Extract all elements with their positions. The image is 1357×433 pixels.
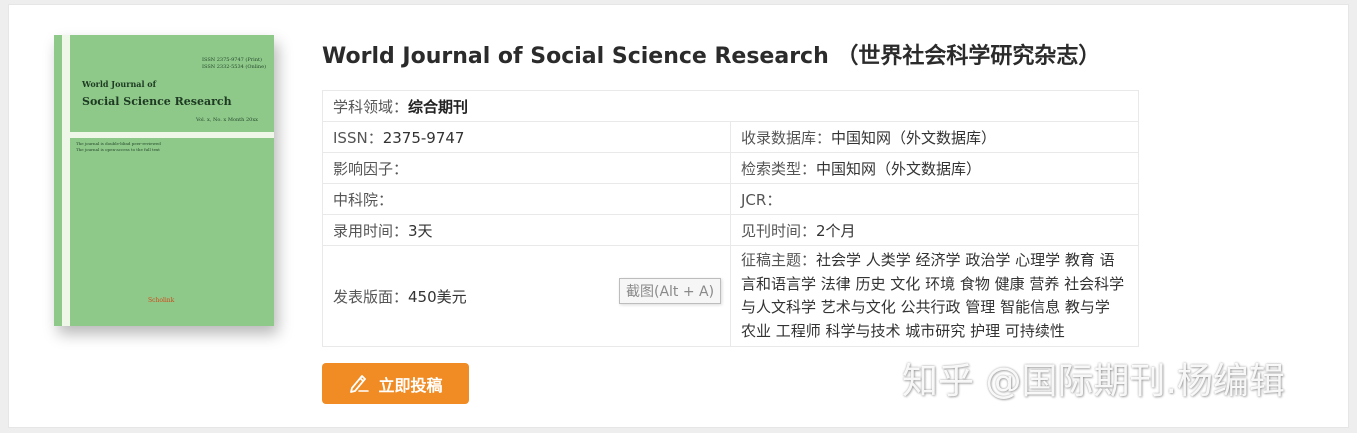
table-row: 发表版面：450美元 截图(Alt + A) 征稿主题：社会学 人类学 经济学 …	[322, 245, 1139, 347]
journal-title[interactable]: World Journal of Social Science Research…	[322, 38, 1100, 70]
table-row: 影响因子： 检索类型：中国知网（外文数据库）	[322, 152, 1139, 184]
cover-divider	[70, 132, 274, 138]
submit-button-label: 立即投稿	[378, 375, 443, 395]
search-type-value: 中国知网（外文数据库）	[816, 159, 982, 178]
zhihu-watermark: 知乎 @国际期刊.杨编辑	[902, 361, 1285, 402]
acceptance-time-value: 3天	[408, 221, 433, 240]
field-value: 综合期刊	[408, 97, 469, 116]
publication-time-value: 2个月	[816, 221, 856, 240]
cover-publisher-logo: Scholink	[148, 297, 175, 304]
screenshot-tooltip: 截图(Alt + A)	[619, 278, 722, 304]
cover-stripe	[62, 35, 70, 326]
journal-info-table: 学科领域：综合期刊 ISSN：2375-9747 收录数据库：中国知网（外文数据…	[322, 90, 1139, 347]
cover-small-title: World Journal of	[82, 79, 157, 89]
database-value: 中国知网（外文数据库）	[831, 128, 997, 147]
cas-label: 中科院：	[333, 190, 394, 209]
cover-note: The journal is double-blind peer-reviewe…	[76, 141, 161, 152]
database-label: 收录数据库：	[741, 128, 832, 147]
field-label: 学科领域：	[333, 97, 409, 116]
table-row: 录用时间：3天 见刊时间：2个月	[322, 214, 1139, 246]
price-value: 450美元	[408, 287, 467, 306]
submit-manuscript-button[interactable]: 立即投稿	[322, 363, 469, 404]
publication-time-label: 见刊时间：	[741, 221, 817, 240]
impact-factor-label: 影响因子：	[333, 159, 409, 178]
cover-art: ISSN 2375-9747 (Print) ISSN 2332-5534 (O…	[54, 35, 274, 326]
price-label: 发表版面：	[333, 287, 409, 306]
jcr-label: JCR：	[741, 190, 782, 209]
cover-issn: ISSN 2375-9747 (Print) ISSN 2332-5534 (O…	[202, 57, 267, 70]
cover-volume: Vol. x, No. x Month 20xx	[196, 117, 258, 123]
acceptance-time-label: 录用时间：	[333, 221, 409, 240]
table-row: ISSN：2375-9747 收录数据库：中国知网（外文数据库）	[322, 121, 1139, 153]
edit-pen-icon	[348, 371, 370, 397]
issn-value: 2375-9747	[382, 128, 465, 147]
issn-label: ISSN：	[333, 128, 383, 147]
table-row: 学科领域：综合期刊	[322, 90, 1139, 122]
journal-cover-image[interactable]: ISSN 2375-9747 (Print) ISSN 2332-5534 (O…	[54, 35, 274, 326]
search-type-label: 检索类型：	[741, 159, 817, 178]
topics-label: 征稿主题：	[741, 251, 817, 269]
cover-big-title: Social Science Research	[82, 95, 232, 108]
table-row: 中科院： JCR：	[322, 183, 1139, 215]
